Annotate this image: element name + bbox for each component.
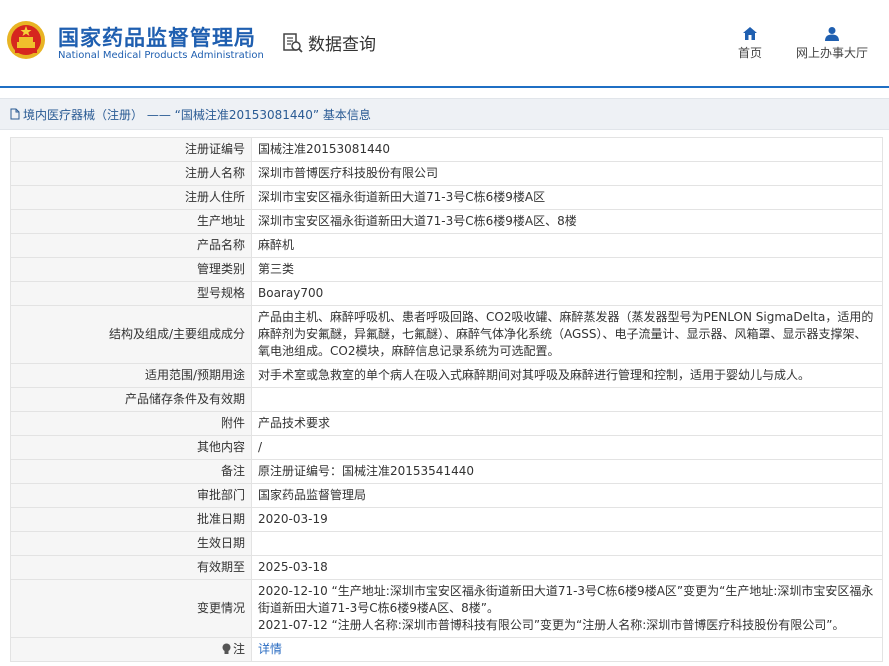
table-row: 注册证编号 国械注准20153081440 [10,137,883,162]
table-row: 批准日期 2020-03-19 [10,507,883,532]
change-entry: 2020-12-10 “生产地址:深圳市宝安区福永街道新田大道71-3号C栋6楼… [258,584,874,615]
field-value: 对手术室或急救室的单个病人在吸入式麻醉期间对其呼吸及麻醉进行管理和控制，适用于婴… [251,363,883,388]
field-value: 国家药品监督管理局 [251,483,883,508]
user-icon [825,27,839,41]
field-value: 深圳市普博医疗科技股份有限公司 [251,161,883,186]
table-row: 附件 产品技术要求 [10,411,883,436]
table-row: 产品名称 麻醉机 [10,233,883,258]
lightbulb-icon [222,643,231,654]
field-value: 国械注准20153081440 [251,137,883,162]
field-label: 型号规格 [10,281,252,306]
table-row: 适用范围/预期用途 对手术室或急救室的单个病人在吸入式麻醉期间对其呼吸及麻醉进行管… [10,363,883,388]
field-value: 麻醉机 [251,233,883,258]
field-value: 原注册证编号：国械注准20153541440 [251,459,883,484]
nav-online-service[interactable]: 网上办事大厅 [794,26,870,61]
table-row: 产品储存条件及有效期 [10,387,883,412]
field-label: 备注 [10,459,252,484]
field-value: 2020-03-19 [251,507,883,532]
field-label: 变更情况 [10,579,252,638]
data-search-icon [283,32,303,53]
table-row: 有效期至 2025-03-18 [10,555,883,580]
national-emblem-icon [7,21,45,59]
table-row: 管理类别 第三类 [10,257,883,282]
field-label: 注册证编号 [10,137,252,162]
field-value [251,531,883,556]
field-label: 管理类别 [10,257,252,282]
field-label: 其他内容 [10,435,252,460]
table-row: 其他内容 / [10,435,883,460]
field-label: 批准日期 [10,507,252,532]
breadcrumb-text: 境内医疗器械（注册） —— “国械注准20153081440” 基本信息 [23,107,371,122]
field-label: 注册人住所 [10,185,252,210]
field-label: 审批部门 [10,483,252,508]
document-icon [10,108,20,120]
field-value: Boaray700 [251,281,883,306]
table-row-note: 注详情 [10,637,883,662]
field-label: 结构及组成/主要组成成分 [10,305,252,364]
field-value: 第三类 [251,257,883,282]
field-value: / [251,435,883,460]
field-label: 有效期至 [10,555,252,580]
nav-home-label: 首页 [737,46,762,60]
table-row: 型号规格 Boaray700 [10,281,883,306]
field-value: 深圳市宝安区福永街道新田大道71-3号C栋6楼9楼A区 [251,185,883,210]
home-icon [743,27,757,40]
table-row: 备注 原注册证编号：国械注准20153541440 [10,459,883,484]
table-row: 生产地址 深圳市宝安区福永街道新田大道71-3号C栋6楼9楼A区、8楼 [10,209,883,234]
site-title-en[interactable]: National Medical Products Administration [58,50,264,61]
field-label: 生效日期 [10,531,252,556]
site-header: 国家药品监督管理局 National Medical Products Admi… [0,0,889,88]
details-link[interactable]: 详情 [258,642,282,656]
change-history: 2020-12-10 “生产地址:深圳市宝安区福永街道新田大道71-3号C栋6楼… [251,579,883,638]
nav-online-service-label: 网上办事大厅 [795,46,868,60]
table-row: 审批部门 国家药品监督管理局 [10,483,883,508]
table-row-changes: 变更情况 2020-12-10 “生产地址:深圳市宝安区福永街道新田大道71-3号… [10,579,883,638]
field-value: 深圳市宝安区福永街道新田大道71-3号C栋6楼9楼A区、8楼 [251,209,883,234]
field-value [251,387,883,412]
change-entry: 2021-07-12 “注册人名称:深圳市普博科技有限公司”变更为“注册人名称:… [258,618,845,632]
note-label: 注 [232,642,245,656]
site-title-cn[interactable]: 国家药品监督管理局 [58,22,256,52]
table-row: 注册人名称 深圳市普博医疗科技股份有限公司 [10,161,883,186]
data-query-link[interactable]: 数据查询 [282,30,376,55]
field-value: 2025-03-18 [251,555,883,580]
note-label-cell: 注 [10,637,252,662]
note-value-cell: 详情 [251,637,883,662]
data-query-label: 数据查询 [308,35,376,55]
field-label: 注册人名称 [10,161,252,186]
field-label: 适用范围/预期用途 [10,363,252,388]
field-label: 附件 [10,411,252,436]
field-value: 产品技术要求 [251,411,883,436]
field-label: 产品储存条件及有效期 [10,387,252,412]
breadcrumb: 境内医疗器械（注册） —— “国械注准20153081440” 基本信息 [0,98,889,130]
table-row: 结构及组成/主要组成成分 产品由主机、麻醉呼吸机、患者呼吸回路、CO2吸收罐、麻醉… [10,305,883,364]
nav-home[interactable]: 首页 [732,26,768,61]
field-label: 产品名称 [10,233,252,258]
registration-info-table: 注册证编号 国械注准20153081440 注册人名称 深圳市普博医疗科技股份有限公司… [10,137,883,662]
field-label: 生产地址 [10,209,252,234]
table-row: 注册人住所 深圳市宝安区福永街道新田大道71-3号C栋6楼9楼A区 [10,185,883,210]
field-value: 产品由主机、麻醉呼吸机、患者呼吸回路、CO2吸收罐、麻醉蒸发器（蒸发器型号为PE… [251,305,883,364]
table-row: 生效日期 [10,531,883,556]
